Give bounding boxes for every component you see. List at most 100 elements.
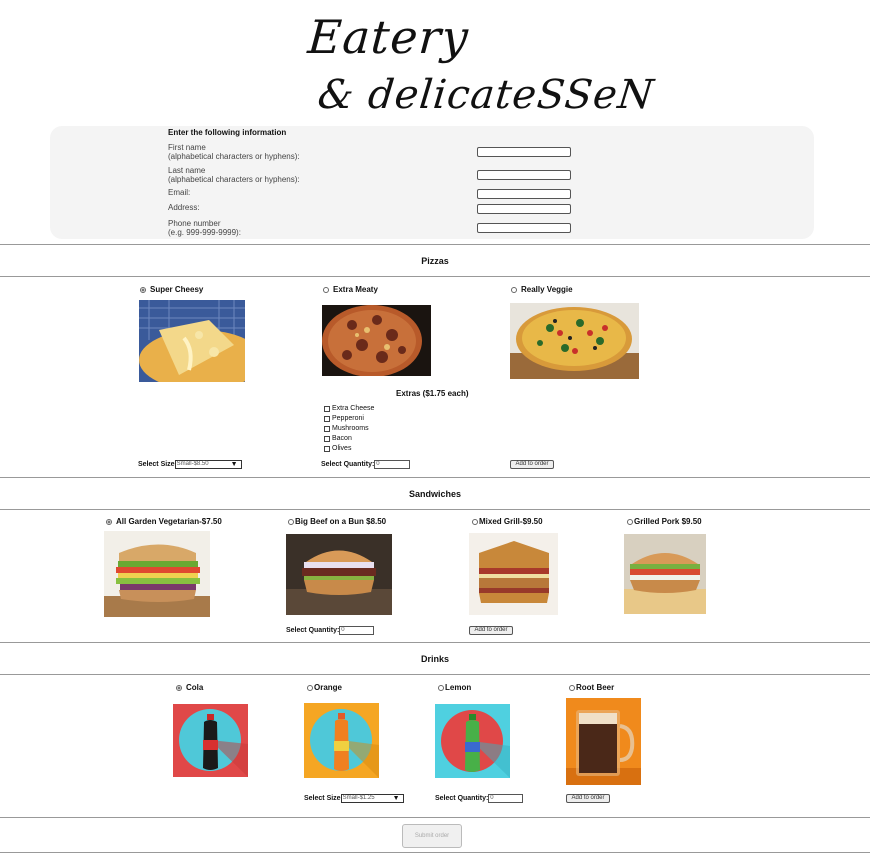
pizza-option-label: Super Cheesy	[150, 285, 204, 294]
sandwich-quantity-input[interactable]: 0	[339, 626, 375, 635]
submit-order-button[interactable]: Submit order	[402, 824, 462, 848]
sandwich-option-label: Mixed Grill-$9.50	[479, 517, 543, 526]
divider	[0, 852, 870, 853]
chevron-down-icon: ▼	[392, 795, 400, 802]
super-cheesy-pizza-image	[139, 300, 245, 382]
first-name-field[interactable]	[477, 147, 571, 157]
root-beer-mug-image	[566, 698, 641, 785]
drink-option-label: Orange	[314, 683, 343, 692]
cola-bottle-icon	[173, 704, 248, 777]
email-field[interactable]	[477, 189, 571, 199]
grilled-pork-sandwich-image	[624, 534, 706, 614]
sandwich-quantity-control: Select Quantity: 0	[286, 626, 375, 635]
drink-add-to-order-button[interactable]: Add to order	[566, 794, 610, 803]
extra-option[interactable]: Olives	[324, 445, 351, 452]
extra-label: Extra Cheese	[332, 405, 375, 412]
info-form-title: Enter the following information	[168, 128, 287, 137]
radio-button[interactable]	[106, 518, 112, 525]
extra-option[interactable]: Mushrooms	[324, 425, 369, 432]
drink-option-label: Root Beer	[576, 683, 615, 692]
checkbox[interactable]	[324, 435, 330, 442]
sandwich-option-label: Big Beef on a Bun $8.50	[295, 517, 387, 526]
extra-label: Bacon	[332, 435, 352, 442]
sandwich-option-label: Grilled Pork $9.50	[634, 517, 702, 526]
pizza-quantity-input[interactable]: 0	[374, 460, 411, 469]
divider	[0, 674, 870, 675]
logo-line-1: Eatery	[306, 10, 471, 64]
drink-option-cola[interactable]: Cola	[176, 683, 203, 692]
checkbox[interactable]	[324, 415, 330, 422]
drink-option-lemon[interactable]: Lemon	[438, 683, 471, 692]
extras-title: Extras ($1.75 each)	[396, 389, 469, 398]
extra-option[interactable]: Extra Cheese	[324, 405, 374, 412]
last-name-label: Last name (alphabetical characters or hyp…	[168, 166, 300, 184]
extra-option[interactable]: Pepperoni	[324, 415, 364, 422]
vegetarian-sandwich-image	[104, 531, 210, 617]
pizza-size-select[interactable]: Small-$8.50 ▼	[174, 460, 242, 469]
phone-field[interactable]	[477, 223, 571, 233]
drink-size-select[interactable]: Small-$1.25 ▼	[340, 794, 404, 803]
pizza-option-really-veggie[interactable]: Really Veggie	[511, 285, 573, 294]
lemon-soda-bottle-icon	[435, 704, 510, 778]
big-beef-sandwich-image	[286, 534, 392, 615]
orange-soda-bottle-icon	[304, 703, 379, 778]
quantity-label: Select Quantity:	[321, 461, 375, 468]
sandwich-add-to-order-button[interactable]: Add to order	[469, 626, 513, 635]
select-value: Small-$1.25	[342, 795, 375, 801]
pizza-size-control: Select Size Small-$8.50 ▼	[138, 460, 242, 469]
radio-button[interactable]	[140, 286, 146, 293]
radio-button[interactable]	[511, 286, 517, 293]
sandwich-option-mixed-grill[interactable]: Mixed Grill-$9.50	[472, 517, 543, 526]
pizza-option-extra-meaty[interactable]: Extra Meaty	[323, 285, 378, 294]
divider	[0, 817, 870, 818]
pizza-option-label: Really Veggie	[521, 285, 573, 294]
radio-button[interactable]	[176, 684, 182, 691]
drinks-section-title: Drinks	[420, 654, 449, 664]
radio-button[interactable]	[569, 684, 575, 691]
radio-button[interactable]	[307, 684, 313, 691]
address-field[interactable]	[477, 204, 571, 214]
sandwich-option-vegetarian[interactable]: All Garden Vegetarian-$7.50	[106, 517, 222, 526]
really-veggie-pizza-image	[510, 303, 639, 379]
radio-button[interactable]	[472, 518, 478, 525]
pizza-add-to-order-button[interactable]: Add to order	[510, 460, 554, 469]
mixed-grill-sandwich-image	[469, 533, 558, 615]
size-label: Select Size	[138, 461, 175, 468]
checkbox[interactable]	[324, 425, 330, 432]
pizza-quantity-control: Select Quantity: 0	[321, 460, 411, 469]
radio-button[interactable]	[438, 684, 444, 691]
drink-option-orange[interactable]: Orange	[307, 683, 342, 692]
drink-option-label: Lemon	[445, 683, 472, 692]
sandwich-option-label: All Garden Vegetarian-$7.50	[116, 517, 222, 526]
radio-button[interactable]	[288, 518, 294, 525]
sandwich-option-big-beef[interactable]: Big Beef on a Bun $8.50	[288, 517, 386, 526]
sandwich-option-grilled-pork[interactable]: Grilled Pork $9.50	[627, 517, 702, 526]
divider	[0, 477, 870, 478]
extra-option[interactable]: Bacon	[324, 435, 352, 442]
radio-button[interactable]	[323, 286, 329, 293]
sandwiches-section-title: Sandwiches	[408, 489, 462, 499]
info-form-panel	[50, 126, 814, 239]
radio-button[interactable]	[627, 518, 633, 525]
size-label: Select Size	[304, 795, 341, 802]
logo-line-2: & delicateSSeN	[315, 72, 657, 118]
first-name-label: First name (alphabetical characters or hy…	[168, 143, 300, 161]
drink-quantity-input[interactable]: 0	[488, 794, 524, 803]
checkbox[interactable]	[324, 445, 330, 452]
select-value: Small-$8.50	[176, 461, 209, 467]
extra-label: Mushrooms	[332, 425, 369, 432]
pizza-option-super-cheesy[interactable]: Super Cheesy	[140, 285, 203, 294]
pizzas-section-title: Pizzas	[421, 256, 449, 266]
extra-meaty-pizza-image	[322, 305, 431, 376]
checkbox[interactable]	[324, 405, 330, 412]
divider	[0, 642, 870, 643]
drink-option-root-beer[interactable]: Root Beer	[569, 683, 614, 692]
drink-size-control: Select Size Small-$1.25 ▼	[304, 794, 404, 803]
last-name-field[interactable]	[477, 170, 571, 180]
divider	[0, 509, 870, 510]
extra-label: Olives	[332, 445, 352, 452]
divider	[0, 244, 870, 245]
pizza-option-label: Extra Meaty	[333, 285, 378, 294]
extra-label: Pepperoni	[332, 415, 364, 422]
drink-quantity-control: Select Quantity: 0	[435, 794, 524, 803]
